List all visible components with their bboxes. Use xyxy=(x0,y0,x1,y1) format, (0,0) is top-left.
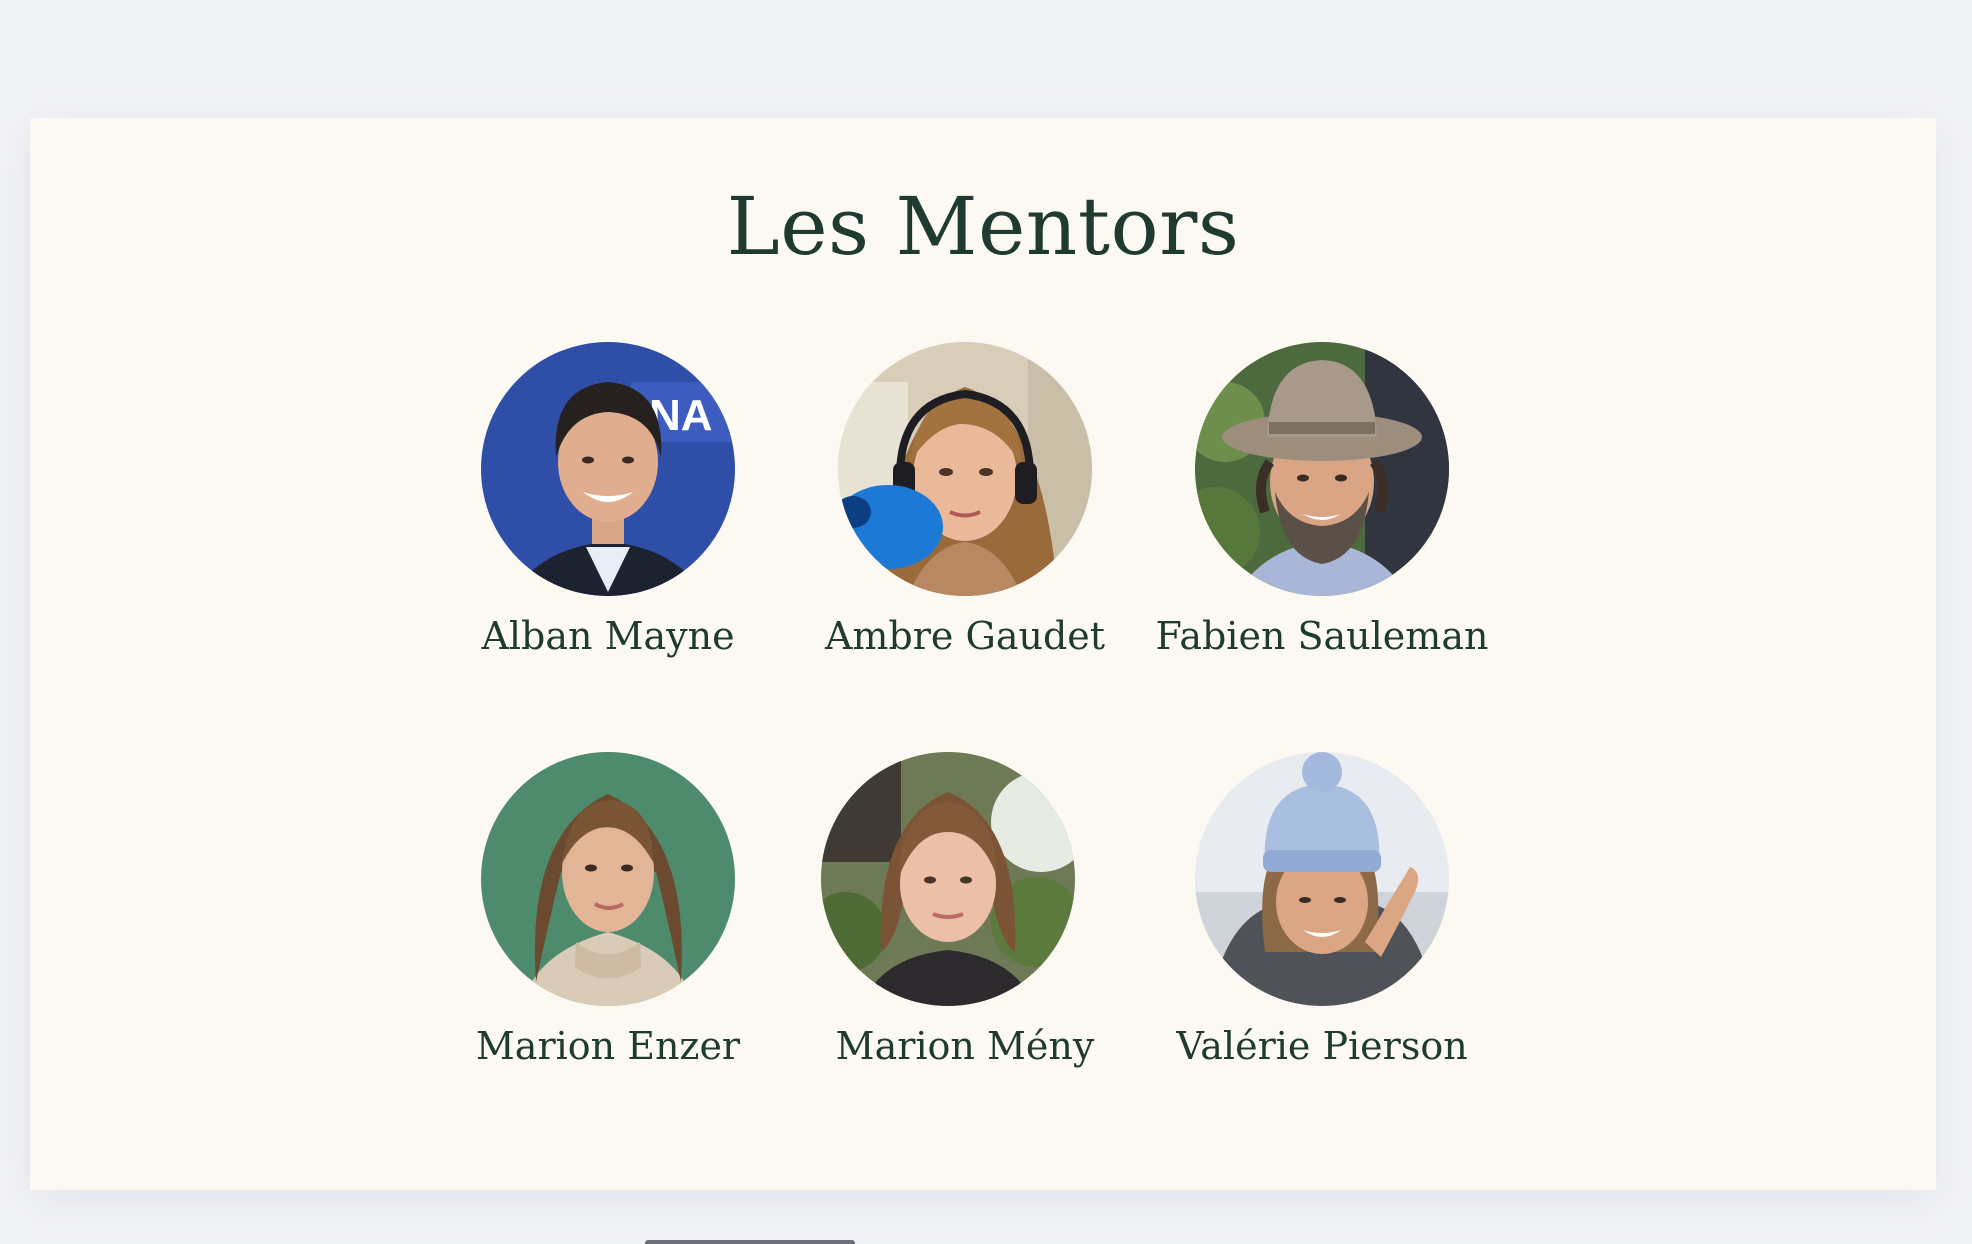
section-title: Les Mentors xyxy=(726,180,1240,273)
mentor-card[interactable]: NA Alban Mayne xyxy=(438,342,778,658)
portrait-woman-knit-beanie-image xyxy=(1195,752,1449,1006)
mentor-card[interactable]: Fabien Sauleman xyxy=(1152,342,1492,658)
mentor-card[interactable]: Ambre Gaudet xyxy=(795,342,1135,658)
mentor-name[interactable]: Alban Mayne xyxy=(438,614,778,658)
portrait-woman-headphones-microphone-image xyxy=(838,342,1092,596)
mentor-avatar[interactable] xyxy=(821,752,1075,1006)
portrait-woman-green-backdrop-image xyxy=(481,752,735,1006)
mentor-name[interactable]: Ambre Gaudet xyxy=(795,614,1135,658)
mentor-name[interactable]: Fabien Sauleman xyxy=(1152,614,1492,658)
scroll-indicator xyxy=(645,1240,855,1244)
mentor-avatar[interactable] xyxy=(838,342,1092,596)
mentor-avatar[interactable] xyxy=(1195,752,1449,1006)
mentor-card[interactable]: Marion Mény xyxy=(795,752,1135,1068)
mentor-name[interactable]: Valérie Pierson xyxy=(1152,1024,1492,1068)
mentors-section: Les Mentors NA Alban Mayne Ambre Gaudet … xyxy=(30,118,1936,1190)
mentor-avatar[interactable] xyxy=(481,752,735,1006)
mentor-card[interactable]: Marion Enzer xyxy=(438,752,778,1068)
mentor-name[interactable]: Marion Enzer xyxy=(438,1024,778,1068)
mentor-avatar[interactable] xyxy=(1195,342,1449,596)
mentor-card[interactable]: Valérie Pierson xyxy=(1152,752,1492,1068)
portrait-man-blue-backdrop-image: NA xyxy=(481,342,735,596)
portrait-woman-brown-hair-plants-image xyxy=(821,752,1075,1006)
mentor-avatar[interactable]: NA xyxy=(481,342,735,596)
portrait-man-hat-beard-image xyxy=(1195,342,1449,596)
mentor-name[interactable]: Marion Mény xyxy=(795,1024,1135,1068)
